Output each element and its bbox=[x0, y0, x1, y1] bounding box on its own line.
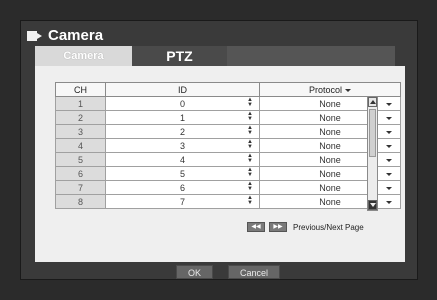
protocol-select[interactable]: None bbox=[259, 110, 401, 125]
scroll-up-button[interactable] bbox=[368, 97, 377, 107]
table-row: 8 7 ▲ ▼ None bbox=[55, 194, 401, 209]
header-ch: CH bbox=[55, 82, 106, 97]
protocol-value: None bbox=[319, 154, 341, 165]
id-value: 1 bbox=[179, 112, 185, 123]
scroll-down-button[interactable] bbox=[368, 200, 377, 210]
tab-ptz[interactable]: PTZ bbox=[132, 46, 227, 66]
protocol-select[interactable]: None bbox=[259, 180, 401, 195]
spinner-icon[interactable]: ▲ ▼ bbox=[247, 167, 253, 178]
protocol-select[interactable]: None bbox=[259, 138, 401, 153]
spinner-icon[interactable]: ▲ ▼ bbox=[247, 139, 253, 150]
protocol-value: None bbox=[319, 182, 341, 193]
ch-cell: 7 bbox=[55, 180, 106, 195]
table-header-row: CH ID Protocol bbox=[55, 82, 401, 97]
header-protocol-label: Protocol bbox=[308, 84, 343, 95]
chevron-down-icon bbox=[386, 159, 392, 162]
table-row: 4 3 ▲ ▼ None bbox=[55, 138, 401, 153]
tab-camera[interactable]: Camera bbox=[35, 46, 132, 66]
protocol-select[interactable]: None bbox=[259, 124, 401, 139]
chevron-down-icon bbox=[386, 117, 392, 120]
table-row: 7 6 ▲ ▼ None bbox=[55, 180, 401, 195]
chevron-down-icon bbox=[386, 173, 392, 176]
spinner-icon[interactable]: ▲ ▼ bbox=[247, 181, 253, 192]
camera-dialog: Camera Camera PTZ CH ID Protocol 1 0 ▲ ▼… bbox=[20, 20, 418, 280]
ch-cell: 2 bbox=[55, 110, 106, 125]
spinner-icon[interactable]: ▲ ▼ bbox=[247, 153, 253, 164]
camera-icon bbox=[27, 31, 42, 41]
id-stepper[interactable]: 0 ▲ ▼ bbox=[105, 96, 260, 111]
header-protocol[interactable]: Protocol bbox=[259, 82, 401, 97]
camera-table: CH ID Protocol 1 0 ▲▼ None 2 1 ▲▼ None bbox=[55, 82, 401, 209]
id-stepper[interactable]: 3 ▲ ▼ bbox=[105, 138, 260, 153]
id-stepper[interactable]: 6 ▲ ▼ bbox=[105, 180, 260, 195]
next-page-button[interactable]: ▶▶ bbox=[269, 222, 287, 232]
id-value: 5 bbox=[179, 168, 185, 179]
id-value: 6 bbox=[179, 182, 185, 193]
ch-cell: 6 bbox=[55, 166, 106, 181]
table-row: 3 2 ▲ ▼ None bbox=[55, 124, 401, 139]
dialog-footer: OK Cancel bbox=[21, 262, 419, 281]
table-scrollbar[interactable] bbox=[367, 96, 378, 211]
id-stepper[interactable]: 5 ▲ ▼ bbox=[105, 166, 260, 181]
page-navigation: ◀◀ ▶▶ Previous/Next Page bbox=[247, 222, 364, 232]
fast-forward-icon: ▶▶ bbox=[273, 224, 283, 230]
page-navigation-label: Previous/Next Page bbox=[293, 222, 364, 232]
protocol-select[interactable]: None bbox=[259, 166, 401, 181]
ch-cell: 8 bbox=[55, 194, 106, 209]
header-id: ID bbox=[105, 82, 260, 97]
id-stepper[interactable]: 7 ▲ ▼ bbox=[105, 194, 260, 209]
spinner-icon[interactable]: ▲ ▼ bbox=[247, 111, 253, 122]
chevron-down-icon bbox=[386, 201, 392, 204]
id-value: 4 bbox=[179, 154, 185, 165]
table-row: 2 1 ▲ ▼ None bbox=[55, 110, 401, 125]
chevron-down-icon bbox=[386, 131, 392, 134]
table-row: 6 5 ▲ ▼ None bbox=[55, 166, 401, 181]
protocol-select[interactable]: None bbox=[259, 152, 401, 167]
rewind-icon: ◀◀ bbox=[251, 224, 261, 230]
previous-page-button[interactable]: ◀◀ bbox=[247, 222, 265, 232]
ch-cell: 3 bbox=[55, 124, 106, 139]
chevron-down-icon bbox=[386, 103, 392, 106]
spinner-icon[interactable]: ▲ ▼ bbox=[247, 125, 253, 136]
id-stepper[interactable]: 1 ▲ ▼ bbox=[105, 110, 260, 125]
protocol-value: None bbox=[319, 98, 341, 109]
protocol-value: None bbox=[319, 196, 341, 207]
tab-bar: Camera PTZ bbox=[35, 46, 227, 66]
protocol-value: None bbox=[319, 168, 341, 179]
dialog-title: Camera bbox=[48, 26, 104, 44]
id-value: 2 bbox=[179, 126, 185, 137]
protocol-value: None bbox=[319, 140, 341, 151]
ch-cell: 1 bbox=[55, 96, 106, 111]
protocol-select[interactable]: None bbox=[259, 194, 401, 209]
protocol-select[interactable]: None bbox=[259, 96, 401, 111]
table-row: 1 0 ▲ ▼ None bbox=[55, 96, 401, 111]
camera-table-wrapper: CH ID Protocol 1 0 ▲▼ None 2 1 ▲▼ None bbox=[55, 82, 401, 212]
tab-strip-filler bbox=[227, 46, 395, 66]
id-stepper[interactable]: 4 ▲ ▼ bbox=[105, 152, 260, 167]
id-value: 0 bbox=[179, 98, 185, 109]
chevron-down-icon bbox=[386, 187, 392, 190]
ch-cell: 4 bbox=[55, 138, 106, 153]
scroll-thumb[interactable] bbox=[369, 109, 376, 157]
id-value: 7 bbox=[179, 196, 185, 207]
camera-settings-panel: CH ID Protocol 1 0 ▲▼ None 2 1 ▲▼ None bbox=[35, 66, 405, 262]
cancel-button[interactable]: Cancel bbox=[228, 265, 280, 279]
protocol-value: None bbox=[319, 112, 341, 123]
table-row: 5 4 ▲ ▼ None bbox=[55, 152, 401, 167]
ok-button[interactable]: OK bbox=[176, 265, 213, 279]
title-bar: Camera bbox=[27, 24, 103, 46]
chevron-down-icon bbox=[386, 145, 392, 148]
chevron-down-icon bbox=[345, 88, 352, 92]
ch-cell: 5 bbox=[55, 152, 106, 167]
id-value: 3 bbox=[179, 140, 185, 151]
id-stepper[interactable]: 2 ▲ ▼ bbox=[105, 124, 260, 139]
spinner-icon[interactable]: ▲ ▼ bbox=[247, 195, 253, 206]
spinner-icon[interactable]: ▲ ▼ bbox=[247, 97, 253, 108]
protocol-value: None bbox=[319, 126, 341, 137]
